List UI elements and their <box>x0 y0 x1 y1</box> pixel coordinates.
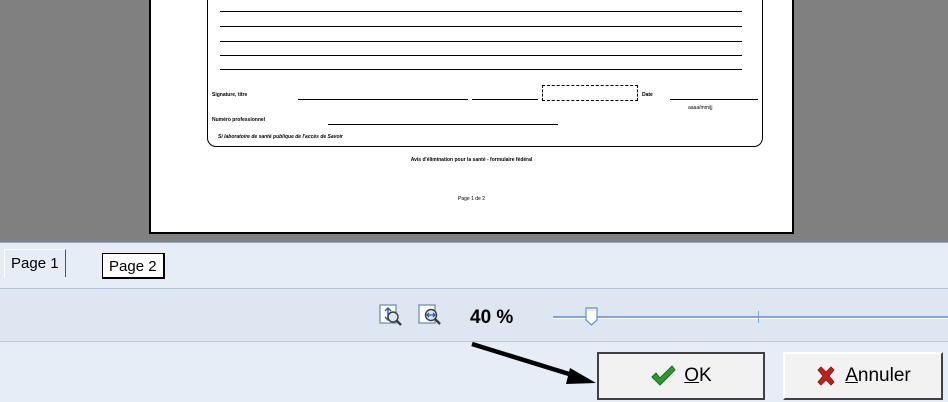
dialog-button-bar: OK Annuler <box>0 342 948 402</box>
form-caption: Avis d'élimination pour la santé - formu… <box>410 157 533 163</box>
print-preview-area[interactable]: Signature, titre Date aaaa/mm/jj Numéro … <box>0 0 948 242</box>
professional-number-label: Numéro professionnel <box>212 117 266 123</box>
tab-page-1[interactable]: Page 1 <box>4 249 66 277</box>
zoom-level: 40 % <box>470 307 514 328</box>
ok-button-label: OK <box>684 365 712 386</box>
zoom-fit-width-button[interactable] <box>417 303 443 329</box>
tab-label: Page 2 <box>109 258 157 275</box>
cancel-button-label: Annuler <box>845 365 911 386</box>
checkmark-icon <box>651 365 676 386</box>
page-footer: Page 1 de 2 <box>458 196 485 202</box>
print-preview-window: Signature, titre Date aaaa/mm/jj Numéro … <box>0 0 948 402</box>
form-line <box>220 11 742 12</box>
date-line <box>670 99 758 100</box>
signature-line <box>298 99 468 100</box>
title-line <box>472 99 538 100</box>
ok-button[interactable]: OK <box>597 352 765 400</box>
page-preview: Signature, titre Date aaaa/mm/jj Numéro … <box>149 0 794 234</box>
form-line <box>220 55 742 56</box>
professional-number-line <box>328 124 558 125</box>
x-mark-icon <box>817 366 835 386</box>
form-line <box>220 41 742 42</box>
tab-page-2[interactable]: Page 2 <box>102 253 165 279</box>
form-line <box>220 26 742 27</box>
zoom-fit-page-icon <box>379 304 402 326</box>
signature-label: Signature, titre <box>212 92 248 98</box>
form-frame: Signature, titre Date aaaa/mm/jj Numéro … <box>207 0 763 147</box>
zoom-slider-tick <box>758 311 759 323</box>
date-format: aaaa/mm/jj <box>688 105 713 111</box>
form-line <box>220 69 742 70</box>
cancel-button[interactable]: Annuler <box>783 352 943 400</box>
zoom-fit-page-button[interactable] <box>378 303 404 329</box>
zoom-toolbar: 40 % <box>0 288 948 342</box>
zoom-fit-width-icon <box>418 304 441 325</box>
date-label: Date <box>642 92 653 98</box>
stamp-box <box>542 85 638 101</box>
zoom-slider-track <box>553 316 948 319</box>
zoom-slider[interactable] <box>553 307 948 327</box>
tab-label: Page 1 <box>11 255 59 272</box>
page-tabs-bar: Page 1 Page 2 <box>0 242 948 288</box>
zoom-slider-thumb[interactable] <box>585 307 598 326</box>
form-footnote: Si laboratoire de santé publique de l'ac… <box>218 134 343 140</box>
